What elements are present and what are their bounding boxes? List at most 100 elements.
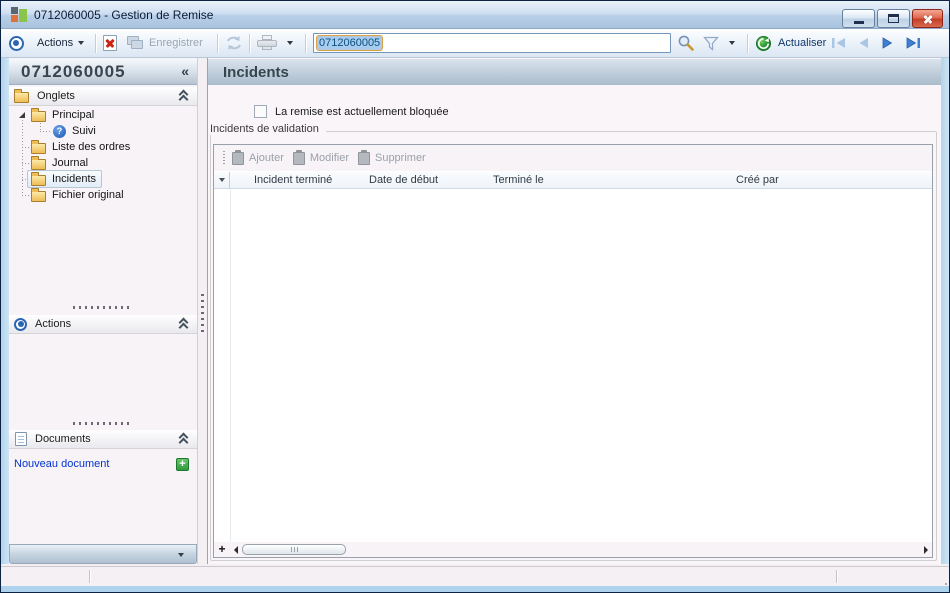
tree-item-label: Suivi [72, 125, 96, 137]
page-title: Incidents [223, 63, 289, 81]
delete-record-icon [103, 35, 117, 51]
close-icon [922, 13, 934, 25]
new-document-row: Nouveau document + [9, 456, 197, 472]
folder-icon [31, 108, 46, 122]
grid-delete-button[interactable]: Supprimer [357, 149, 426, 165]
last-record-icon [906, 37, 920, 49]
column-header-incident-termine[interactable]: Incident terminé [230, 174, 363, 186]
grid-add-button[interactable]: Ajouter [232, 149, 284, 165]
minimize-button[interactable] [842, 9, 875, 28]
tree-expanded-icon[interactable] [19, 112, 25, 118]
maximize-button[interactable] [877, 9, 910, 28]
column-header-termine-le[interactable]: Terminé le [487, 174, 730, 186]
window-title: 0712060005 - Gestion de Remise [34, 7, 214, 22]
print-button[interactable] [257, 29, 277, 57]
new-document-link[interactable]: Nouveau document [14, 458, 109, 470]
previous-record-icon [859, 38, 868, 48]
main-toolbar: Actions Enregistrer 0712060005 Actualise… [1, 29, 949, 58]
collapse-chevrons-icon[interactable] [179, 434, 189, 445]
tree-item-liste-des-ordres[interactable]: Liste des ordres [9, 139, 197, 155]
tree-item-journal[interactable]: Journal [9, 155, 197, 171]
tree-item-label: Liste des ordres [52, 141, 131, 153]
section-label-actions: Actions [35, 318, 72, 330]
delete-record-button[interactable] [103, 29, 117, 57]
add-document-button[interactable]: + [176, 457, 189, 471]
tree-item-incidents-selected[interactable]: Incidents [9, 170, 197, 188]
record-id: 0712060005 [21, 61, 126, 81]
main-panel: Incidents La remise est actuellement blo… [208, 58, 941, 564]
sidebar-splitter[interactable] [197, 58, 208, 564]
search-button[interactable] [677, 29, 695, 57]
tree-item-label: Journal [52, 157, 89, 169]
row-marker-icon [218, 178, 225, 182]
folder-icon [31, 156, 46, 170]
row-marker-header[interactable] [214, 172, 230, 188]
grid-edit-label: Modifier [309, 152, 349, 164]
section-header-documents[interactable]: Documents [9, 430, 197, 449]
tree-item-principal[interactable]: Principal [9, 107, 197, 123]
filter-button[interactable] [703, 29, 720, 57]
resize-grip[interactable] [941, 579, 943, 581]
close-button[interactable] [912, 9, 943, 28]
actions-menu-button[interactable]: Actions [37, 29, 85, 57]
blocked-checkbox-row: La remise est actuellement bloquée [254, 105, 449, 118]
chevron-down-icon [729, 41, 735, 45]
scroll-left-button[interactable] [230, 545, 242, 554]
statusbar-divider [89, 570, 90, 583]
bullseye-icon [9, 35, 24, 51]
add-record-icon [232, 149, 244, 165]
blocked-checkbox-label: La remise est actuellement bloquée [275, 105, 449, 118]
title-bar: 0712060005 - Gestion de Remise [1, 1, 949, 29]
first-record-button[interactable] [831, 29, 847, 57]
filter-dropdown-button[interactable] [729, 29, 735, 57]
sidebar-collapse-bar[interactable] [9, 544, 197, 564]
tree-item-label: Incidents [52, 173, 97, 185]
record-input-selected-text: 0712060005 [317, 36, 383, 50]
marker-column-divider [230, 189, 231, 542]
folder-open-icon [31, 172, 46, 186]
collapse-chevrons-icon[interactable] [179, 91, 189, 102]
printer-icon [257, 35, 277, 51]
tree-item-label: Fichier original [52, 189, 124, 201]
next-record-button[interactable] [881, 29, 894, 57]
scroll-right-button[interactable] [920, 545, 932, 554]
chevron-down-icon [178, 553, 184, 557]
blocked-checkbox[interactable] [254, 105, 267, 118]
grid-add-row-button[interactable]: + [214, 543, 230, 556]
section-header-actions[interactable]: Actions [9, 315, 197, 334]
validation-incidents-groupbox: Incidents de validation Ajouter Modifier [210, 123, 937, 561]
horizontal-scrollbar-thumb[interactable] [242, 544, 346, 555]
reload-button[interactable] [225, 29, 243, 57]
print-dropdown-button[interactable] [287, 29, 293, 57]
save-button[interactable]: Enregistrer [127, 29, 203, 57]
grid-body-empty[interactable] [214, 189, 932, 542]
grid-edit-button[interactable]: Modifier [292, 149, 349, 165]
sidebar: 0712060005 « Onglets Principal Suivi [9, 58, 197, 564]
section-label-documents: Documents [35, 433, 91, 445]
arrow-left-icon [234, 545, 238, 554]
previous-record-button[interactable] [857, 29, 870, 57]
section-label-onglets: Onglets [37, 90, 75, 102]
page-title-bar: Incidents [208, 59, 941, 85]
toolbar-separator [305, 34, 306, 53]
tree-item-fichier-original[interactable]: Fichier original [9, 187, 197, 203]
delete-record-icon [357, 149, 370, 165]
record-search-input[interactable]: 0712060005 [313, 33, 671, 53]
panel-resize-grip[interactable] [73, 422, 131, 425]
section-header-onglets[interactable]: Onglets [9, 87, 197, 106]
window-frame-left [1, 58, 9, 564]
grid-delete-label: Supprimer [374, 152, 426, 164]
panel-resize-grip[interactable] [73, 306, 131, 309]
incidents-grid: Ajouter Modifier Supprimer Incident term… [213, 144, 933, 558]
sidebar-collapse-button[interactable]: « [181, 63, 189, 79]
refresh-button[interactable]: Actualiser [755, 29, 826, 57]
tree-item-suivi[interactable]: Suivi [9, 123, 197, 139]
chevron-down-icon [287, 41, 293, 45]
app-icon[interactable] [11, 7, 27, 22]
column-header-cree-par[interactable]: Créé par [730, 174, 932, 186]
last-record-button[interactable] [905, 29, 921, 57]
menu-bullseye-button[interactable] [9, 29, 24, 57]
collapse-chevrons-icon[interactable] [179, 319, 189, 330]
folder-icon [14, 89, 29, 103]
column-header-date-de-debut[interactable]: Date de début [363, 174, 487, 186]
